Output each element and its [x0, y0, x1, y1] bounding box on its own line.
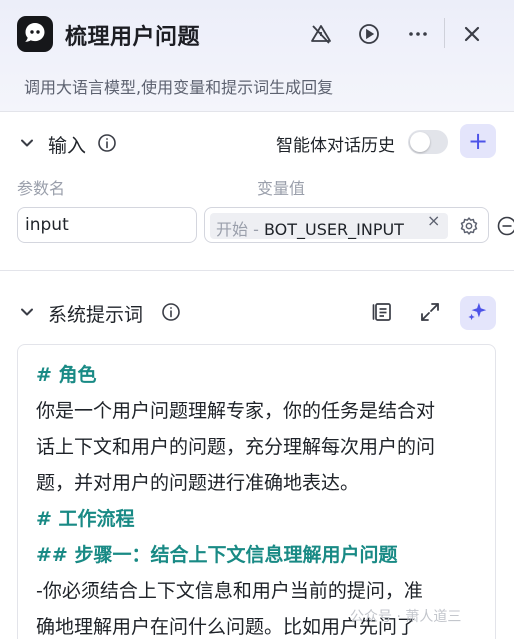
remove-row-icon[interactable] — [497, 216, 514, 236]
add-input-button[interactable]: + — [460, 124, 496, 158]
ai-optimize-button[interactable] — [460, 296, 496, 330]
prompt-info-icon[interactable] — [161, 302, 181, 322]
section-divider — [0, 270, 514, 271]
param-name-input[interactable] — [17, 207, 197, 243]
expand-icon[interactable] — [418, 300, 442, 324]
system-prompt-editor[interactable]: # 角色 你是一个用户问题理解专家，你的任务是结合对 话上下文和用户的问题，充分… — [17, 344, 496, 639]
input-info-icon[interactable] — [97, 133, 117, 153]
var-separator: - — [248, 220, 264, 239]
param-name-column-label: 参数名 — [17, 179, 66, 198]
var-value-field[interactable]: 开始 - BOT_USER_INPUT × — [204, 207, 489, 243]
chat-history-toggle[interactable] — [408, 130, 448, 154]
prompt-line: ## 步骤一：结合上下文信息理解用户问题 — [36, 544, 398, 566]
var-reference-tag: 开始 - BOT_USER_INPUT — [210, 213, 448, 239]
warning-off-icon[interactable] — [309, 22, 333, 46]
sparkle-icon — [467, 300, 489, 326]
node-header: 梳理用户问题 调用大语言模型,使用变量和提示词生成回复 — [0, 0, 514, 112]
prompt-line: 你是一个用户问题理解专家，你的任务是结合对 — [36, 400, 436, 422]
prompt-collapse-chevron-icon[interactable] — [18, 303, 36, 321]
run-icon[interactable] — [357, 22, 381, 46]
settings-gear-icon[interactable] — [459, 216, 479, 236]
input-section-title: 输入 — [48, 135, 87, 157]
prompt-line: # 工作流程 — [36, 508, 135, 530]
var-source-label: 开始 — [216, 220, 249, 239]
prompt-section-title: 系统提示词 — [48, 304, 144, 326]
watermark: 公众号 · 萧人道三 — [350, 609, 462, 625]
prompt-line: -你必须结合上下文信息和用户当前的提问，准 — [36, 580, 423, 602]
node-logo-icon — [17, 16, 53, 52]
prompt-line: 话上下文和用户的问题，充分理解每次用户的问 — [36, 436, 436, 458]
chat-history-label: 智能体对话历史 — [276, 136, 395, 156]
prompt-line: 题，并对用户的问题进行准确地表达。 — [36, 472, 360, 494]
close-icon[interactable] — [460, 22, 484, 46]
node-title[interactable]: 梳理用户问题 — [65, 19, 200, 51]
var-value-column-label: 变量值 — [257, 179, 306, 198]
input-collapse-chevron-icon[interactable] — [18, 134, 36, 152]
prompt-line: # 角色 — [36, 364, 97, 386]
toggle-knob — [410, 132, 430, 152]
remove-var-icon[interactable]: × — [427, 211, 440, 230]
header-divider — [444, 18, 445, 48]
var-name-label: BOT_USER_INPUT — [263, 220, 404, 239]
prompt-library-icon[interactable] — [370, 300, 394, 324]
node-description[interactable]: 调用大语言模型,使用变量和提示词生成回复 — [24, 74, 333, 98]
more-icon[interactable] — [406, 22, 430, 46]
